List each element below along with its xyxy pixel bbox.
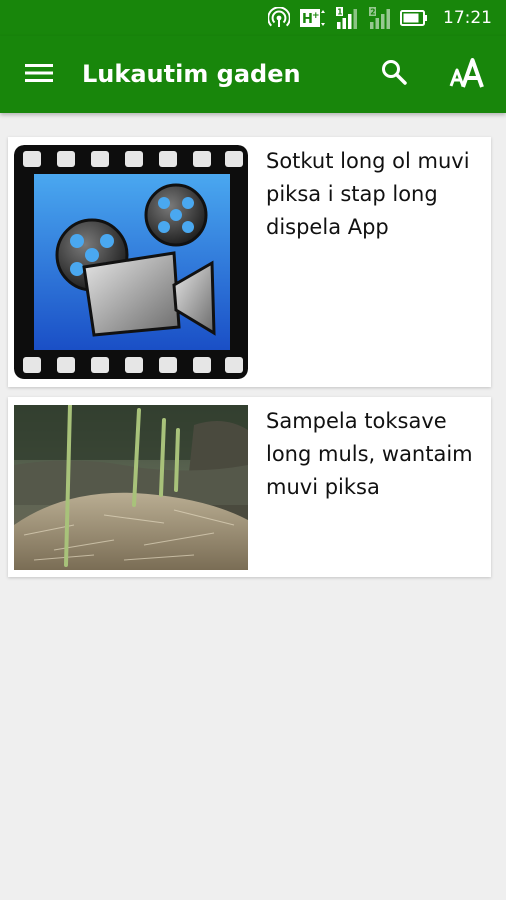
network-hplus-icon: H +: [299, 7, 325, 29]
content-list: Sotkut long ol muvi piksa i stap long di…: [8, 137, 491, 577]
list-item-title: Sotkut long ol muvi piksa i stap long di…: [266, 149, 470, 239]
font-size-button[interactable]: [444, 56, 492, 94]
mulch-garden-photo: [14, 405, 248, 570]
app-title: Lukautim gaden: [82, 60, 301, 88]
svg-text:1: 1: [337, 8, 342, 17]
signal-sim1-icon: 1: [334, 6, 358, 30]
svg-text:2: 2: [370, 8, 375, 17]
app-bar: Lukautim gaden: [0, 36, 506, 113]
list-item-title: Sampela toksave long muls, wantaim muvi …: [266, 409, 473, 499]
status-time: 17:21: [443, 8, 492, 28]
list-item[interactable]: Sotkut long ol muvi piksa i stap long di…: [8, 137, 491, 387]
status-bar: H + 1 2 17:21: [0, 0, 506, 36]
search-button[interactable]: [376, 56, 412, 92]
search-icon: [380, 58, 408, 90]
menu-button[interactable]: [22, 58, 56, 92]
battery-icon: [400, 9, 428, 27]
list-item[interactable]: Sampela toksave long muls, wantaim muvi …: [8, 397, 491, 577]
font-size-icon: [448, 56, 488, 94]
menu-icon: [25, 62, 53, 88]
movie-camera-film-icon: [14, 145, 248, 379]
hotspot-icon: [268, 7, 290, 29]
signal-sim2-icon: 2: [367, 6, 391, 30]
svg-text:+: +: [312, 11, 320, 21]
